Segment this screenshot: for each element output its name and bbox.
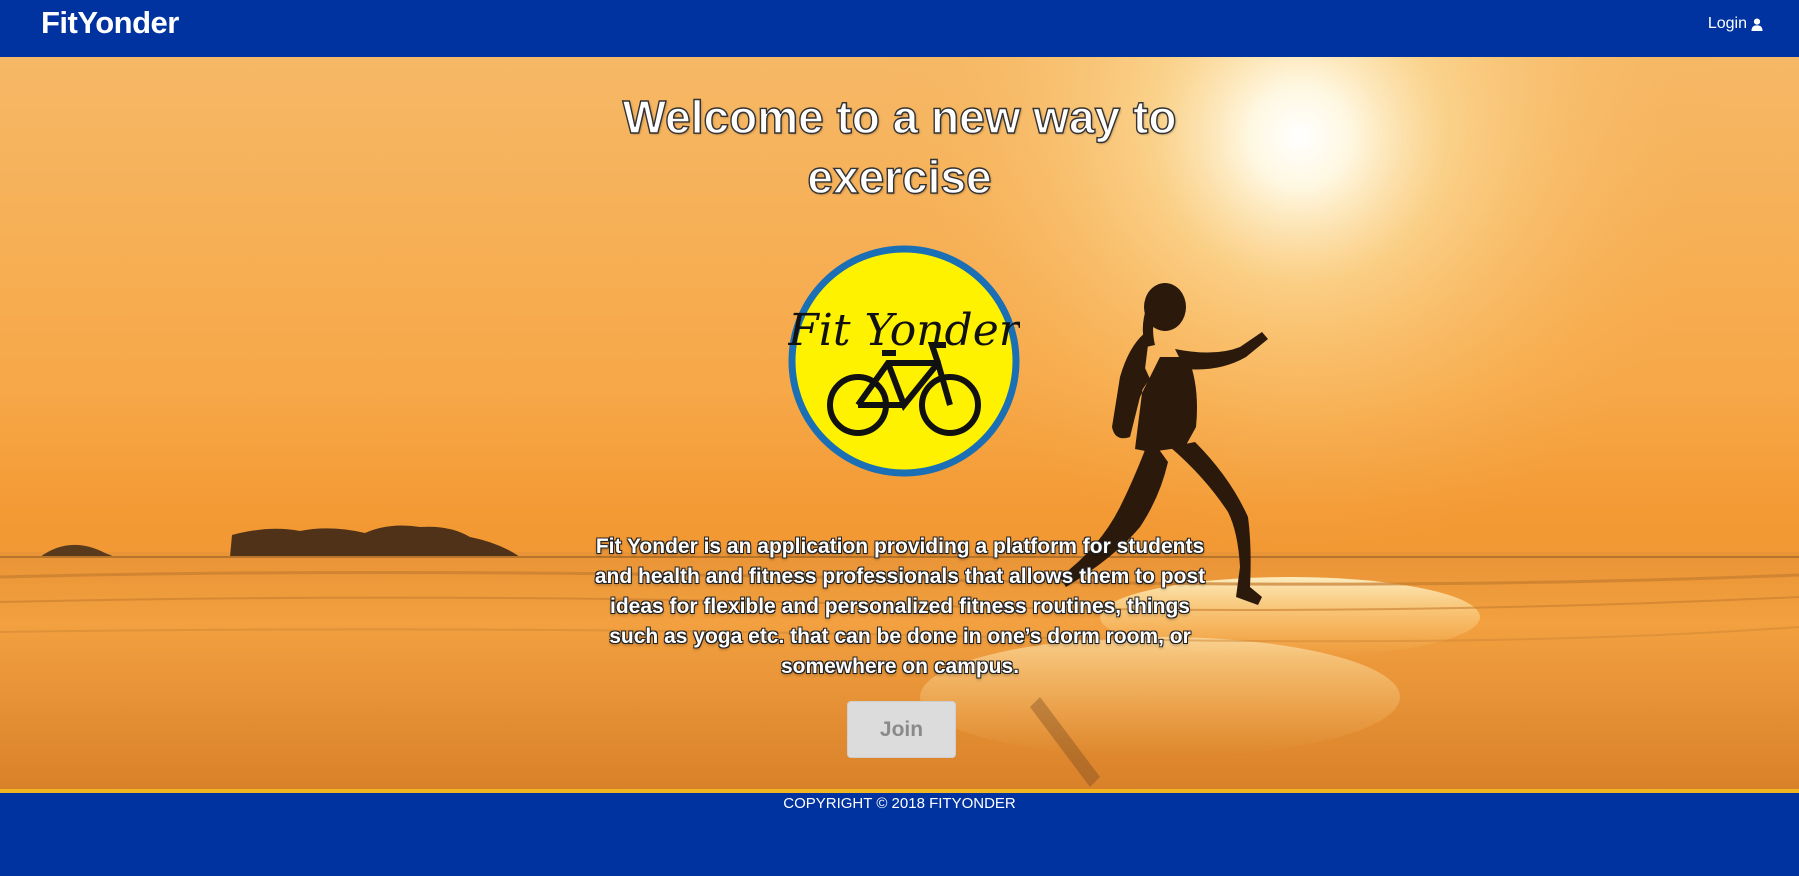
- user-icon: [1751, 18, 1763, 31]
- fit-yonder-logo: Fit Yonder: [788, 245, 1020, 477]
- join-button[interactable]: Join: [847, 701, 956, 758]
- hero-headline-line1: Welcome to a new way to: [622, 90, 1177, 143]
- footer: COPYRIGHT © 2018 FITYONDER: [0, 793, 1799, 876]
- hero-headline-line2: exercise: [807, 150, 993, 203]
- login-link[interactable]: Login: [1708, 15, 1763, 33]
- svg-text:Fit Yonder: Fit Yonder: [788, 305, 1020, 356]
- top-navbar: FitYonder Login: [0, 0, 1799, 57]
- brand-link[interactable]: FitYonder: [41, 5, 179, 41]
- hero-headline: Welcome to a new way to exercise: [0, 87, 1799, 207]
- copyright-text: COPYRIGHT © 2018 FITYONDER: [783, 795, 1016, 812]
- hero-description: Fit Yonder is an application providing a…: [594, 535, 1206, 678]
- hero-section: Welcome to a new way to exercise Fit Yon…: [0, 57, 1799, 789]
- login-label: Login: [1707, 15, 1747, 32]
